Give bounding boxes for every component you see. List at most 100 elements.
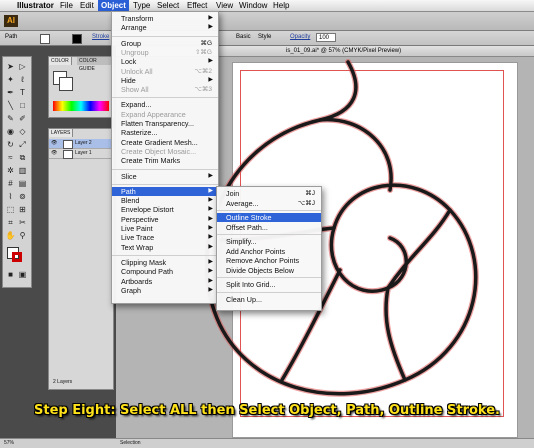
hand-tool-icon[interactable]: ✋ xyxy=(5,230,16,241)
menu-item-expand[interactable]: Expand... xyxy=(112,100,218,109)
menu-item-divide-objects-below[interactable]: Divide Objects Below xyxy=(217,266,321,275)
layer-row[interactable]: 👁 Layer 1 xyxy=(49,149,113,159)
magic-wand-tool-icon[interactable]: ✦ xyxy=(5,74,16,85)
menu-item-clean-up[interactable]: Clean Up... xyxy=(217,295,321,304)
line-tool-icon[interactable]: ╲ xyxy=(5,100,16,111)
menu-item-clipping-mask[interactable]: Clipping Mask ▶ xyxy=(112,258,218,267)
layer-name[interactable]: Layer 1 xyxy=(75,149,92,158)
stroke-swatch[interactable] xyxy=(72,34,82,44)
menu-window[interactable]: Window xyxy=(236,0,270,11)
pencil-tool-icon[interactable]: ✐ xyxy=(17,113,28,124)
slice-tool-icon[interactable]: ⌗ xyxy=(5,217,16,228)
menu-separator xyxy=(112,183,218,185)
menu-item-live-trace[interactable]: Live Trace ▶ xyxy=(112,233,218,242)
screen-mode-icon[interactable]: ▣ xyxy=(17,269,28,280)
menu-item-remove-anchor-points[interactable]: Remove Anchor Points xyxy=(217,256,321,265)
menu-item-label: Average... xyxy=(226,198,259,208)
stroke-color-icon[interactable] xyxy=(12,252,22,262)
brush-basic-label[interactable]: Basic xyxy=(236,33,251,42)
menu-item-rasterize[interactable]: Rasterize... xyxy=(112,128,218,137)
opacity-label[interactable]: Opacity xyxy=(290,33,310,42)
type-tool-icon[interactable]: T xyxy=(17,87,28,98)
menu-item-path[interactable]: Path ▶ xyxy=(112,186,218,196)
menu-item-average[interactable]: Average... ⌥⌘J xyxy=(217,199,321,208)
eyedropper-tool-icon[interactable]: ⌇ xyxy=(5,191,16,202)
tab-color-guide[interactable]: COLOR GUIDE xyxy=(77,57,113,72)
scissors-tool-icon[interactable]: ✂ xyxy=(17,217,28,228)
menu-type[interactable]: Type xyxy=(130,0,153,11)
rotate-tool-icon[interactable]: ↻ xyxy=(5,139,16,150)
menu-file[interactable]: File xyxy=(57,0,76,11)
menu-item-live-paint[interactable]: Live Paint ▶ xyxy=(112,224,218,233)
blob-brush-tool-icon[interactable]: ◉ xyxy=(5,126,16,137)
panel-stroke-swatch[interactable] xyxy=(59,77,73,91)
menu-help[interactable]: Help xyxy=(270,0,292,11)
direct-selection-tool-icon[interactable]: ▷ xyxy=(17,61,28,72)
menu-item-show-all: Show All ⌥⌘3 xyxy=(112,85,218,94)
menu-item-outline-stroke[interactable]: Outline Stroke xyxy=(217,213,321,222)
symbol-sprayer-tool-icon[interactable]: ✲ xyxy=(5,165,16,176)
menu-item-perspective[interactable]: Perspective ▶ xyxy=(112,215,218,224)
menu-item-join[interactable]: Join ⌘J xyxy=(217,189,321,198)
tab-color[interactable]: COLOR xyxy=(49,57,72,65)
menu-item-create-gradient-mesh[interactable]: Create Gradient Mesh... xyxy=(112,138,218,147)
eye-icon[interactable]: 👁 xyxy=(51,149,57,158)
layer-row[interactable]: 👁 Layer 2 xyxy=(49,139,113,149)
menu-item-label: Compound Path xyxy=(121,267,173,277)
paintbrush-tool-icon[interactable]: ✎ xyxy=(5,113,16,124)
live-paint-tool-icon[interactable]: ⬚ xyxy=(5,204,16,215)
color-spectrum[interactable] xyxy=(53,101,109,111)
style-label[interactable]: Style xyxy=(258,33,271,42)
fill-swatch[interactable] xyxy=(40,34,50,44)
menu-object[interactable]: Object xyxy=(98,0,129,11)
menu-effect[interactable]: Effect xyxy=(184,0,210,11)
stroke-label[interactable]: Stroke xyxy=(92,33,109,42)
graph-tool-icon[interactable]: ▥ xyxy=(17,165,28,176)
free-transform-tool-icon[interactable]: ⧉ xyxy=(17,152,28,163)
scale-tool-icon[interactable]: ⤢ xyxy=(17,139,28,150)
menu-item-label: Live Paint xyxy=(121,224,153,233)
menu-item-split-into-grid[interactable]: Split Into Grid... xyxy=(217,280,321,289)
menu-item-graph[interactable]: Graph ▶ xyxy=(112,286,218,295)
layer-name[interactable]: Layer 2 xyxy=(75,139,92,148)
gradient-tool-icon[interactable]: ▤ xyxy=(17,178,28,189)
menu-item-create-trim-marks[interactable]: Create Trim Marks xyxy=(112,156,218,165)
rectangle-tool-icon[interactable]: □ xyxy=(17,100,28,111)
menu-item-blend[interactable]: Blend ▶ xyxy=(112,196,218,205)
menu-select[interactable]: Select xyxy=(154,0,182,11)
menu-item-text-wrap[interactable]: Text Wrap ▶ xyxy=(112,243,218,252)
menu-item-add-anchor-points[interactable]: Add Anchor Points xyxy=(217,247,321,256)
menu-item-envelope-distort[interactable]: Envelope Distort ▶ xyxy=(112,205,218,214)
menu-item-hide[interactable]: Hide ▶ xyxy=(112,76,218,85)
submenu-arrow-icon: ▶ xyxy=(208,286,213,293)
menu-item-arrange[interactable]: Arrange ▶ xyxy=(112,23,218,32)
selection-tool-icon[interactable]: ➤ xyxy=(5,61,16,72)
menu-item-lock[interactable]: Lock ▶ xyxy=(112,57,218,66)
blend-tool-icon[interactable]: ⊚ xyxy=(17,191,28,202)
menu-item-label: Create Trim Marks xyxy=(121,156,181,166)
artboard-tool-icon[interactable]: ⊞ xyxy=(17,204,28,215)
tab-layers[interactable]: LAYERS xyxy=(49,129,74,137)
pen-tool-icon[interactable]: ✒ xyxy=(5,87,16,98)
menu-illustrator[interactable]: Illustrator xyxy=(14,0,57,11)
lasso-tool-icon[interactable]: ℓ xyxy=(17,74,28,85)
menu-item-slice[interactable]: Slice ▶ xyxy=(112,172,218,181)
menu-view[interactable]: View xyxy=(213,0,236,11)
eraser-tool-icon[interactable]: ◇ xyxy=(17,126,28,137)
menu-item-flatten-transparency[interactable]: Flatten Transparency... xyxy=(112,119,218,128)
menu-item-simplify[interactable]: Simplify... xyxy=(217,237,321,246)
eye-icon[interactable]: 👁 xyxy=(51,139,57,148)
menu-item-group[interactable]: Group ⌘G xyxy=(112,39,218,48)
menu-separator xyxy=(112,35,218,37)
menu-item-artboards[interactable]: Artboards ▶ xyxy=(112,277,218,286)
menu-item-offset-path[interactable]: Offset Path... xyxy=(217,223,321,232)
menu-item-transform[interactable]: Transform ▶ xyxy=(112,14,218,23)
mesh-tool-icon[interactable]: # xyxy=(5,178,16,189)
menu-edit[interactable]: Edit xyxy=(77,0,97,11)
opacity-input[interactable]: 100 xyxy=(316,33,336,42)
zoom-tool-icon[interactable]: ⚲ xyxy=(17,230,28,241)
warp-tool-icon[interactable]: ≈ xyxy=(5,152,16,163)
menu-item-compound-path[interactable]: Compound Path ▶ xyxy=(112,267,218,276)
menu-item-label: Offset Path... xyxy=(226,222,268,232)
color-mode-icon[interactable]: ■ xyxy=(5,269,16,280)
